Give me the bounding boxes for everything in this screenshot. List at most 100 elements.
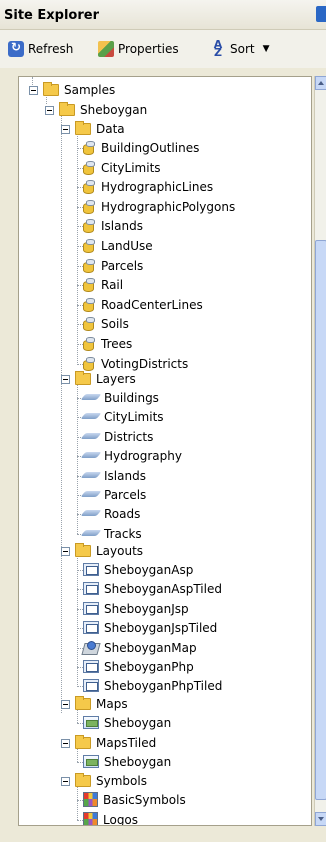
- feature-source-icon: [83, 199, 96, 214]
- feature-source-icon: [83, 278, 96, 293]
- layout-item-label: SheboyganPhpTiled: [104, 679, 223, 694]
- scrollbar-thumb[interactable]: [315, 240, 326, 800]
- data-item-soils[interactable]: Soils: [77, 315, 129, 334]
- data-item-citylimits[interactable]: CityLimits: [77, 159, 161, 178]
- data-item-label: Soils: [101, 317, 129, 332]
- refresh-button[interactable]: Refresh: [8, 38, 73, 60]
- layer-item-label: Hydrography: [104, 449, 182, 464]
- data-item-label: Islands: [101, 219, 143, 234]
- symbol-item-label: Logos: [103, 812, 139, 826]
- collapse-icon[interactable]: [61, 125, 70, 134]
- layout-item-sheboyganphp[interactable]: SheboyganPhp: [77, 658, 194, 677]
- layer-item-islands[interactable]: Islands: [77, 467, 146, 486]
- folder-open-icon: [59, 102, 75, 116]
- refresh-icon: [8, 40, 24, 57]
- feature-source-icon: [83, 337, 96, 351]
- feature-source-icon: [83, 180, 96, 195]
- symbol-item-logos[interactable]: Logos: [77, 811, 139, 826]
- map-document-icon: [83, 755, 99, 768]
- vertical-scrollbar[interactable]: [314, 76, 326, 826]
- data-item-islands[interactable]: Islands: [77, 217, 143, 236]
- data-item-rail[interactable]: Rail: [77, 276, 124, 295]
- layer-item-label: CityLimits: [104, 410, 164, 425]
- layout-item-label: SheboyganAsp: [104, 563, 194, 577]
- layer-item-label: Parcels: [104, 488, 147, 502]
- layer-icon: [83, 413, 99, 419]
- refresh-label: Refresh: [28, 42, 74, 56]
- layout-item-sheboyganmap[interactable]: SheboyganMap: [77, 639, 197, 658]
- map-document-icon: [83, 716, 99, 729]
- layer-icon: [83, 491, 99, 497]
- pin-icon[interactable]: [316, 6, 326, 22]
- layer-icon: [83, 530, 99, 536]
- layer-item-label: Tracks: [104, 526, 142, 541]
- tree-node-map-sheboygan[interactable]: Sheboygan: [77, 714, 171, 733]
- data-item-landuse[interactable]: LandUse: [77, 237, 153, 256]
- chevron-down-icon[interactable]: ▼: [263, 44, 270, 54]
- layer-item-buildings[interactable]: Buildings: [77, 389, 159, 408]
- layout-item-sheboyganjsp[interactable]: SheboyganJsp: [77, 600, 189, 619]
- panel-title: Site Explorer: [4, 8, 99, 23]
- layer-item-roads[interactable]: Roads: [77, 505, 141, 524]
- feature-source-icon: [83, 356, 96, 371]
- feature-source-icon: [83, 141, 96, 155]
- folder-open-icon: [43, 82, 59, 96]
- collapse-icon[interactable]: [45, 106, 54, 115]
- data-item-parcels[interactable]: Parcels: [77, 257, 143, 276]
- tree-panel: Samples Sheboygan Data BuildingOutlines C…: [0, 68, 326, 842]
- data-item-roadcenterlines[interactable]: RoadCenterLines: [77, 296, 203, 315]
- layer-item-districts[interactable]: Districts: [77, 428, 154, 447]
- data-item-label: CityLimits: [101, 160, 161, 175]
- sort-label: Sort: [230, 42, 255, 56]
- layer-icon: [83, 433, 99, 439]
- feature-source-icon: [83, 258, 96, 273]
- collapse-icon[interactable]: [61, 375, 70, 384]
- symbol-item-label: BasicSymbols: [103, 793, 186, 807]
- collapse-icon[interactable]: [61, 739, 70, 748]
- symbol-library-icon: [83, 811, 98, 825]
- properties-button[interactable]: Properties: [98, 38, 179, 60]
- toolbar: Refresh Properties AZ Sort ▼: [0, 30, 326, 68]
- layer-item-parcels[interactable]: Parcels: [77, 486, 147, 505]
- folder-open-icon: [75, 773, 91, 787]
- layout-item-sheboyganphptiled[interactable]: SheboyganPhpTiled: [77, 677, 223, 696]
- layout-item-sheboyganjsptiled[interactable]: SheboyganJspTiled: [77, 619, 218, 638]
- folder-open-icon: [75, 543, 91, 557]
- layout-item-sheboyganasptiled[interactable]: SheboyganAspTiled: [77, 580, 222, 599]
- sort-button[interactable]: AZ Sort ▼: [210, 38, 270, 60]
- data-item-buildingoutlines[interactable]: BuildingOutlines: [77, 139, 200, 158]
- collapse-icon[interactable]: [61, 547, 70, 556]
- feature-source-icon: [83, 317, 96, 332]
- layer-item-label: Roads: [104, 507, 141, 522]
- scroll-down-arrow-icon[interactable]: [315, 812, 326, 826]
- layer-item-label: Districts: [104, 429, 154, 444]
- layout-item-label: SheboyganJsp: [104, 601, 189, 616]
- collapse-icon[interactable]: [29, 86, 38, 95]
- data-item-label: VotingDistricts: [101, 356, 189, 371]
- data-item-trees[interactable]: Trees: [77, 335, 133, 354]
- tree-node-mapstiled-sheboygan[interactable]: Sheboygan: [77, 753, 171, 772]
- layer-icon: [83, 394, 99, 400]
- data-item-label: BuildingOutlines: [101, 141, 200, 155]
- properties-label: Properties: [118, 42, 179, 56]
- symbol-library-icon: [83, 792, 98, 807]
- web-layout-icon: [83, 621, 99, 635]
- scroll-up-arrow-icon[interactable]: [315, 76, 326, 90]
- data-item-hydrographicpolygons[interactable]: HydrographicPolygons: [77, 198, 235, 217]
- web-layout-icon: [83, 679, 99, 693]
- layout-item-label: SheboyganJspTiled: [104, 621, 218, 636]
- collapse-icon[interactable]: [61, 777, 70, 786]
- symbol-item-basicsymbols[interactable]: BasicSymbols: [77, 791, 186, 810]
- layout-item-label: SheboyganMap: [104, 640, 197, 655]
- layer-item-tracks[interactable]: Tracks: [77, 525, 142, 544]
- data-item-hydrographiclines[interactable]: HydrographicLines: [77, 178, 213, 197]
- layout-item-sheboyganasp[interactable]: SheboyganAsp: [77, 561, 194, 580]
- layer-item-citylimits[interactable]: CityLimits: [77, 408, 164, 427]
- collapse-icon[interactable]: [61, 700, 70, 709]
- feature-source-icon: [83, 160, 96, 175]
- layer-icon: [83, 510, 99, 516]
- data-item-label: Trees: [101, 337, 133, 351]
- data-item-label: Rail: [101, 278, 124, 293]
- layer-item-hydrography[interactable]: Hydrography: [77, 447, 182, 466]
- data-item-label: RoadCenterLines: [101, 297, 203, 312]
